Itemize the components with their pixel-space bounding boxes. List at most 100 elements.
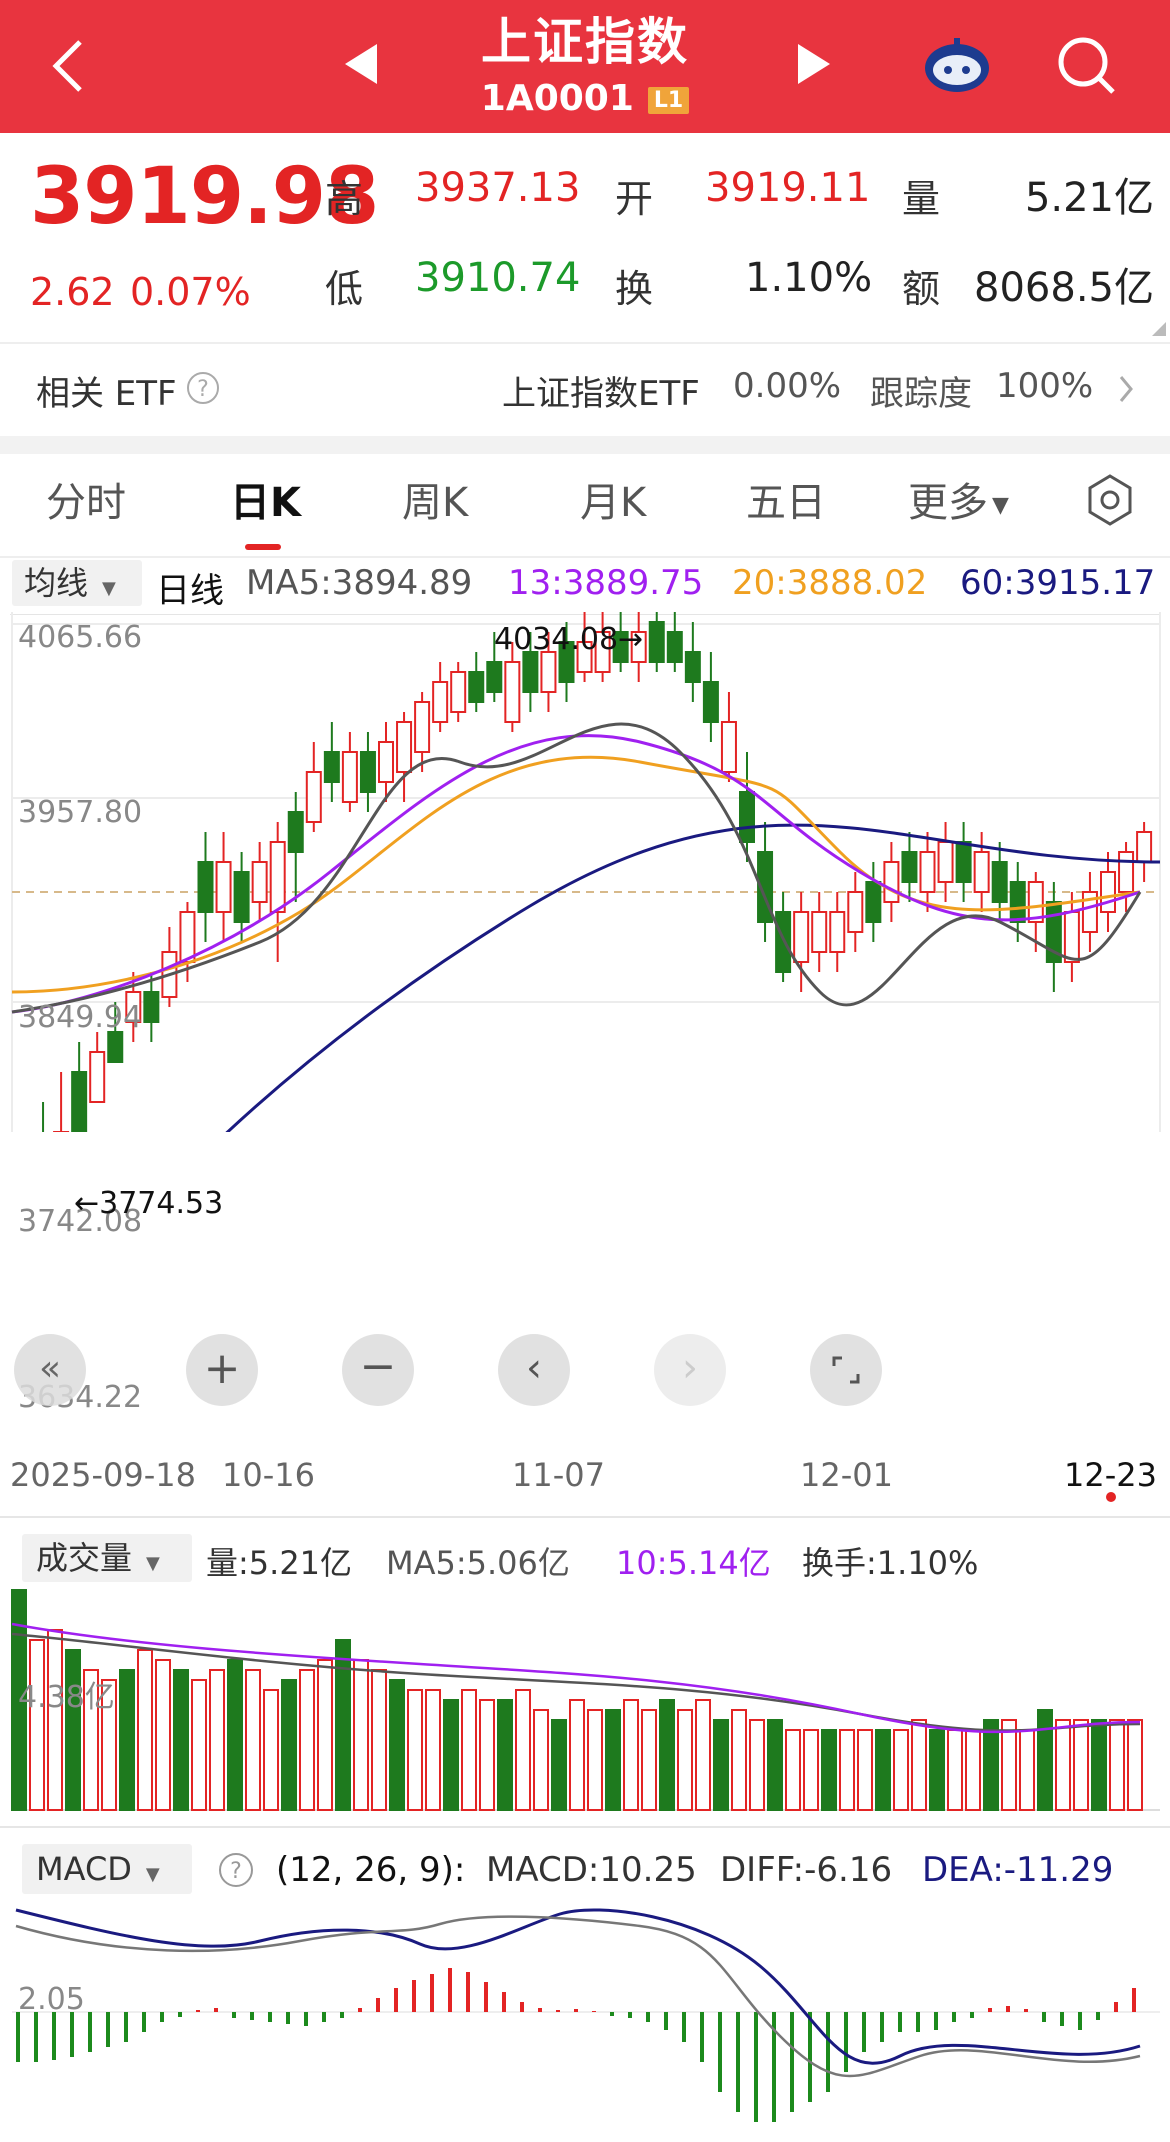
volume-bar: [479, 1699, 495, 1811]
volume-bar: [857, 1729, 873, 1811]
volume-bar: [947, 1729, 963, 1811]
macd-help-icon[interactable]: ?: [218, 1852, 254, 1888]
volume-selector[interactable]: 成交量 ▼: [22, 1534, 192, 1582]
macd-bar: [196, 2010, 200, 2012]
volume-bar: [767, 1719, 783, 1811]
macd-bar: [574, 2009, 578, 2012]
candle-body: [937, 841, 954, 883]
volume-bar: [137, 1649, 153, 1811]
candle-body: [450, 671, 467, 713]
candle-body: [648, 621, 665, 663]
dropdown-caret-icon: ▼: [145, 1864, 160, 1885]
macd-bar: [250, 2012, 254, 2020]
etf-label: 相关 ETF: [36, 374, 177, 414]
candle-body: [486, 661, 503, 693]
active-tab-indicator: [245, 544, 281, 550]
diff-line: [15, 1915, 1141, 2078]
macd-selector-label: MACD: [36, 1850, 132, 1888]
macd-bar: [106, 2012, 110, 2047]
tab-intraday[interactable]: 分时: [46, 470, 126, 528]
scroll-left-button[interactable]: ‹: [498, 1334, 570, 1406]
stock-code-text: 1A0001: [480, 78, 634, 119]
candle-body: [901, 851, 918, 883]
scroll-to-start-button[interactable]: «: [14, 1334, 86, 1406]
high-marker: 4034.08→: [494, 622, 644, 657]
volume-bar: [983, 1719, 999, 1811]
macd-bar: [718, 2012, 722, 2092]
volume-bar: [371, 1669, 387, 1811]
next-stock-icon[interactable]: [798, 44, 830, 84]
volume-bar: [353, 1659, 369, 1811]
zoom-out-button[interactable]: −: [342, 1334, 414, 1406]
macd-bar: [160, 2012, 164, 2022]
chart-settings-icon[interactable]: [1082, 472, 1138, 528]
macd-value: MACD:10.25: [486, 1850, 697, 1890]
macd-bar: [664, 2012, 668, 2030]
tab-five-day[interactable]: 五日: [746, 470, 826, 528]
y-axis-label: 3849.94: [18, 1000, 143, 1035]
price-change: 2.62: [30, 270, 115, 314]
volume-selector-label: 成交量: [36, 1539, 133, 1577]
macd-bar: [394, 1988, 398, 2012]
macd-chart[interactable]: [0, 1896, 1170, 2136]
vol-turnover: 换手:1.10%: [802, 1544, 979, 1582]
etf-name: 上证指数ETF: [502, 374, 700, 414]
volume-bar: [695, 1699, 711, 1811]
candle-body: [89, 1051, 106, 1103]
volume-bar: [317, 1659, 333, 1811]
macd-bar: [682, 2012, 686, 2042]
kline-chart[interactable]: [0, 612, 1170, 1132]
macd-bar: [1096, 2012, 1100, 2020]
related-etf-row[interactable]: 相关 ETF ? 上证指数ETF 0.00% 跟踪度 100%: [0, 344, 1170, 436]
volume-bar: [587, 1709, 603, 1811]
tab-monthly-k[interactable]: 月K: [580, 470, 646, 528]
candle-body: [865, 881, 882, 923]
macd-bar: [322, 2012, 326, 2022]
y-axis-label: 4065.66: [18, 620, 143, 655]
volume-bar: [443, 1699, 459, 1811]
macd-bar: [736, 2012, 740, 2112]
macd-bar: [916, 2012, 920, 2032]
macd-bar: [70, 2012, 74, 2057]
dea-line: [15, 1908, 1141, 2065]
zoom-in-button[interactable]: +: [186, 1334, 258, 1406]
volume-bar: [713, 1719, 729, 1811]
volume-bar: [821, 1729, 837, 1811]
tab-weekly-k[interactable]: 周K: [402, 470, 468, 528]
candle-body: [341, 751, 358, 803]
volume-bar: [803, 1729, 819, 1811]
volume-bar: [677, 1709, 693, 1811]
volume-bar: [389, 1679, 405, 1811]
candle-body: [1063, 911, 1080, 963]
prev-stock-icon[interactable]: [345, 44, 377, 84]
candle-body: [847, 891, 864, 933]
macd-selector[interactable]: MACD ▼: [22, 1844, 192, 1894]
chevron-right-icon: [1119, 376, 1133, 402]
ma20-value: 20:3888.02: [732, 563, 928, 603]
robot-assistant-icon[interactable]: [922, 36, 992, 96]
tab-more[interactable]: 更多 ▼: [908, 470, 1009, 528]
macd-bar: [466, 1972, 470, 2012]
fullscreen-button[interactable]: [810, 1334, 882, 1406]
expand-corner-icon[interactable]: [1152, 322, 1166, 336]
ma-selector[interactable]: 均线 ▼: [12, 560, 142, 606]
macd-bar: [1042, 2012, 1046, 2022]
search-icon[interactable]: [1055, 34, 1119, 98]
vol-ma10: 10:5.14亿: [616, 1544, 771, 1582]
candle-body: [197, 861, 214, 913]
macd-bar: [646, 2012, 650, 2022]
tab-daily-k[interactable]: 日K: [230, 470, 301, 528]
volume-bar: [29, 1639, 45, 1811]
volume-bar: [173, 1669, 189, 1811]
help-icon[interactable]: ?: [186, 371, 220, 405]
macd-bar: [214, 2008, 218, 2012]
volume-bar: [605, 1709, 621, 1811]
volume-bar: [1127, 1719, 1143, 1811]
volume-chart[interactable]: [0, 1584, 1170, 1812]
candle-body: [143, 991, 160, 1023]
volume-bar: [263, 1689, 279, 1811]
candle-body: [919, 851, 936, 893]
scroll-right-button[interactable]: ›: [654, 1334, 726, 1406]
macd-bar: [286, 2012, 290, 2024]
svg-text:?: ?: [230, 1859, 242, 1884]
